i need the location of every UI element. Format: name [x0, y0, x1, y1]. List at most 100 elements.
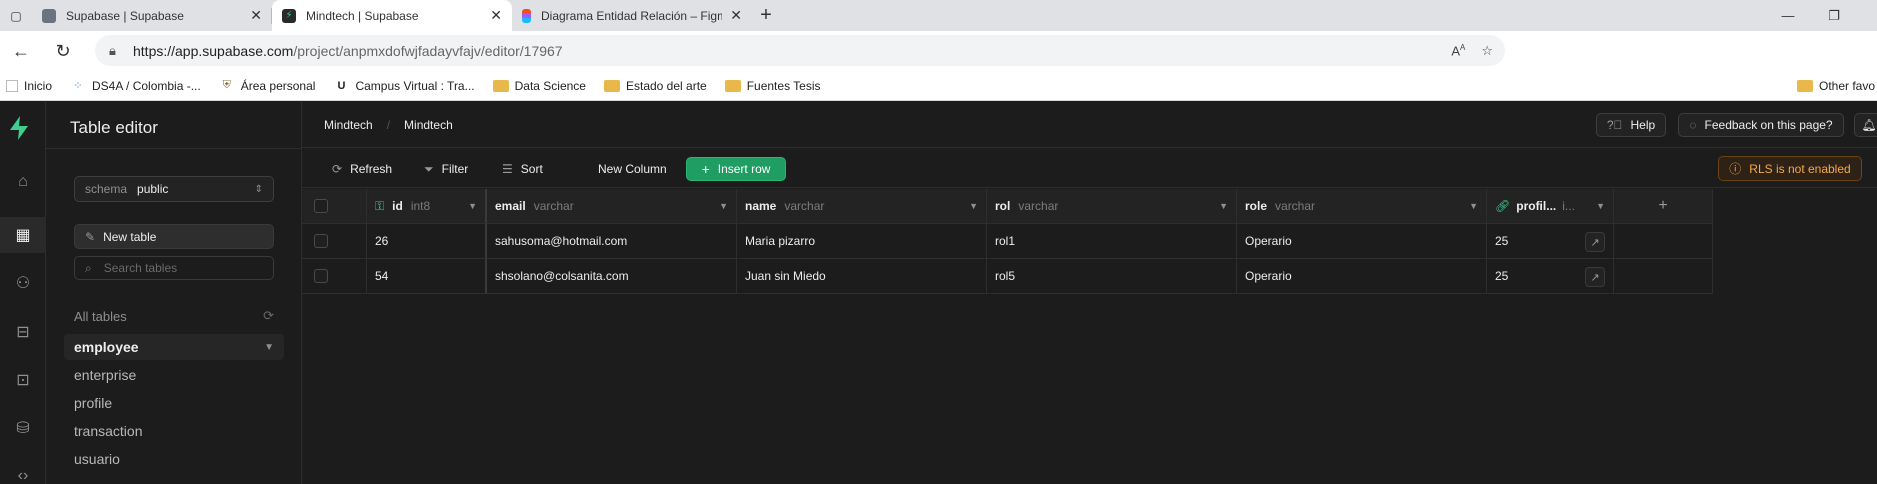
column-header-name[interactable]: name varchar ▼	[737, 189, 987, 224]
browser-tab-2[interactable]: ⚡ Mindtech | Supabase ✕	[272, 0, 512, 31]
other-favorites[interactable]: Other favo	[1797, 71, 1875, 101]
bookmark-label: Data Science	[514, 78, 586, 93]
row-select-cell[interactable]	[302, 259, 367, 294]
cell-profile-value: 25	[1495, 269, 1509, 283]
restore-icon[interactable]: ❐	[1811, 0, 1857, 31]
sidebar-item-employee[interactable]: employee ▼	[64, 334, 284, 360]
chevron-down-icon[interactable]: ▼	[719, 201, 728, 211]
minimize-icon[interactable]: —	[1765, 0, 1811, 31]
read-aloud-icon[interactable]: AA	[1451, 43, 1465, 58]
column-header-profile[interactable]: 🔗︎ profil... i... ▼	[1487, 189, 1614, 224]
sidebar-item-usuario[interactable]: usuario	[64, 446, 284, 472]
row-select-cell[interactable]	[302, 224, 367, 259]
browser-tab-1[interactable]: Supabase | Supabase ✕	[32, 0, 272, 31]
chevron-down-icon[interactable]: ▼	[264, 342, 274, 353]
chevron-down-icon[interactable]: ▼	[1596, 201, 1605, 211]
reload-button[interactable]: ↻	[42, 31, 84, 71]
cell-email[interactable]: shsolano@colsanita.com	[487, 259, 737, 294]
sql-editor-icon[interactable]: ⊡	[0, 362, 46, 398]
select-all-cell[interactable]	[302, 189, 367, 224]
cell-role[interactable]: Operario	[1237, 224, 1487, 259]
cell-profile[interactable]: 25 ↗	[1487, 224, 1614, 259]
cell-rol[interactable]: rol5	[987, 259, 1237, 294]
chevron-down-icon[interactable]: ▼	[1469, 201, 1478, 211]
bookmark-folder-fuentes-tesis[interactable]: Fuentes Tesis	[724, 79, 821, 93]
chevron-down-icon[interactable]: ▼	[468, 201, 477, 211]
bookmark-ds4a[interactable]: ⁘ DS4A / Colombia -...	[70, 78, 201, 93]
filter-button[interactable]: ⏷ Filter	[424, 158, 468, 180]
feedback-button[interactable]: ◌ Feedback on this page?	[1678, 113, 1844, 137]
sort-button[interactable]: ☰ Sort	[502, 158, 543, 180]
tab-actions-icon[interactable]: ▢	[0, 0, 32, 31]
close-tab-icon[interactable]: ✕	[730, 7, 742, 24]
close-window-icon[interactable]	[1857, 0, 1877, 31]
notifications-button[interactable]: 🔔︎	[1854, 113, 1877, 137]
chevron-down-icon[interactable]: ▼	[1219, 201, 1228, 211]
link-icon: 🔗︎	[1495, 199, 1511, 213]
bookmark-campus-virtual[interactable]: U Campus Virtual : Tra...	[333, 79, 474, 93]
table-editor-icon[interactable]: ▦	[0, 217, 46, 253]
address-bar-row: ← ↻ 🔒︎ https://app.supabase.com/project/…	[0, 31, 1877, 92]
ds4a-icon: ⁘	[73, 80, 83, 92]
bookmark-folder-estado-del-arte[interactable]: Estado del arte	[603, 79, 707, 93]
row-checkbox[interactable]	[314, 234, 328, 248]
table-row[interactable]: 54 shsolano@colsanita.com Juan sin Miedo…	[302, 259, 1713, 294]
sidebar-item-transaction[interactable]: transaction	[64, 418, 284, 444]
help-button[interactable]: ?⃝ Help	[1596, 113, 1666, 137]
home-icon[interactable]: ⌂	[0, 164, 46, 200]
open-reference-icon[interactable]: ↗	[1585, 232, 1605, 252]
cell-role[interactable]: Operario	[1237, 259, 1487, 294]
filter-icon: ⏷	[424, 161, 434, 176]
cell-email[interactable]: sahusoma@hotmail.com	[487, 224, 737, 259]
refresh-button[interactable]: ⟳ Refresh	[332, 158, 392, 180]
add-favorite-icon[interactable]: ☆	[1481, 43, 1493, 59]
open-reference-icon[interactable]: ↗	[1585, 267, 1605, 287]
bookmark-inicio[interactable]: Inicio	[6, 79, 52, 93]
add-column-button[interactable]: +	[1614, 189, 1713, 224]
row-checkbox[interactable]	[314, 269, 328, 283]
cell-profile[interactable]: 25 ↗	[1487, 259, 1614, 294]
storage-icon[interactable]: ⊟	[0, 314, 46, 350]
new-column-button[interactable]: New Column	[598, 158, 667, 180]
database-icon[interactable]: ⛁	[0, 410, 46, 446]
schema-select[interactable]: schema public ⇕	[74, 176, 274, 202]
cell-name[interactable]: Juan sin Miedo	[737, 259, 987, 294]
sidebar-item-enterprise[interactable]: enterprise	[64, 362, 284, 388]
cell-id[interactable]: 26	[367, 224, 487, 259]
breadcrumb-org[interactable]: Mindtech	[324, 118, 373, 132]
breadcrumb-project[interactable]: Mindtech	[404, 118, 453, 132]
cell-name[interactable]: Maria pizarro	[737, 224, 987, 259]
bookmark-label: DS4A / Colombia -...	[92, 78, 201, 93]
rls-warning-badge[interactable]: ⓘ RLS is not enabled	[1718, 156, 1862, 181]
insert-row-button[interactable]: + Insert row	[686, 157, 786, 181]
bell-icon: 🔔︎	[1861, 118, 1877, 132]
new-table-button[interactable]: ✎ New table	[74, 224, 274, 249]
chevron-down-icon[interactable]: ▼	[969, 201, 978, 211]
column-header-email[interactable]: email varchar ▼	[487, 189, 737, 224]
search-tables-input[interactable]: ⌕ Search tables	[74, 256, 274, 280]
refresh-icon: ⟳	[332, 162, 343, 176]
refresh-tables-icon[interactable]: ⟳	[263, 308, 274, 324]
all-tables-header: All tables ⟳	[74, 306, 274, 326]
new-tab-button[interactable]: +	[752, 0, 780, 31]
bookmark-area-personal[interactable]: ⛨ Área personal	[219, 79, 316, 93]
bookmark-folder-data-science[interactable]: Data Science	[492, 78, 586, 93]
tab-title: Mindtech | Supabase	[306, 8, 419, 23]
close-tab-icon[interactable]: ✕	[250, 7, 262, 24]
warning-icon: ⓘ	[1729, 162, 1742, 176]
back-button[interactable]: ←	[0, 31, 42, 71]
url-field[interactable]: 🔒︎ https://app.supabase.com/project/anpm…	[95, 35, 1505, 66]
sidebar-item-profile[interactable]: profile	[64, 390, 284, 416]
column-header-rol[interactable]: rol varchar ▼	[987, 189, 1237, 224]
select-all-checkbox[interactable]	[314, 199, 328, 213]
close-tab-icon[interactable]: ✕	[490, 7, 502, 24]
users-icon[interactable]: ⚇	[0, 265, 46, 301]
api-icon[interactable]: ‹›	[0, 458, 46, 484]
column-header-role[interactable]: role varchar ▼	[1237, 189, 1487, 224]
cell-rol[interactable]: rol1	[987, 224, 1237, 259]
table-row[interactable]: 26 sahusoma@hotmail.com Maria pizarro ro…	[302, 224, 1713, 259]
cell-id[interactable]: 54	[367, 259, 487, 294]
browser-tab-3[interactable]: Diagrama Entidad Relación – Figma ✕	[512, 0, 752, 31]
supabase-logo-icon[interactable]	[8, 116, 30, 145]
column-header-id[interactable]: ⚿ id int8 ▼	[367, 189, 487, 224]
